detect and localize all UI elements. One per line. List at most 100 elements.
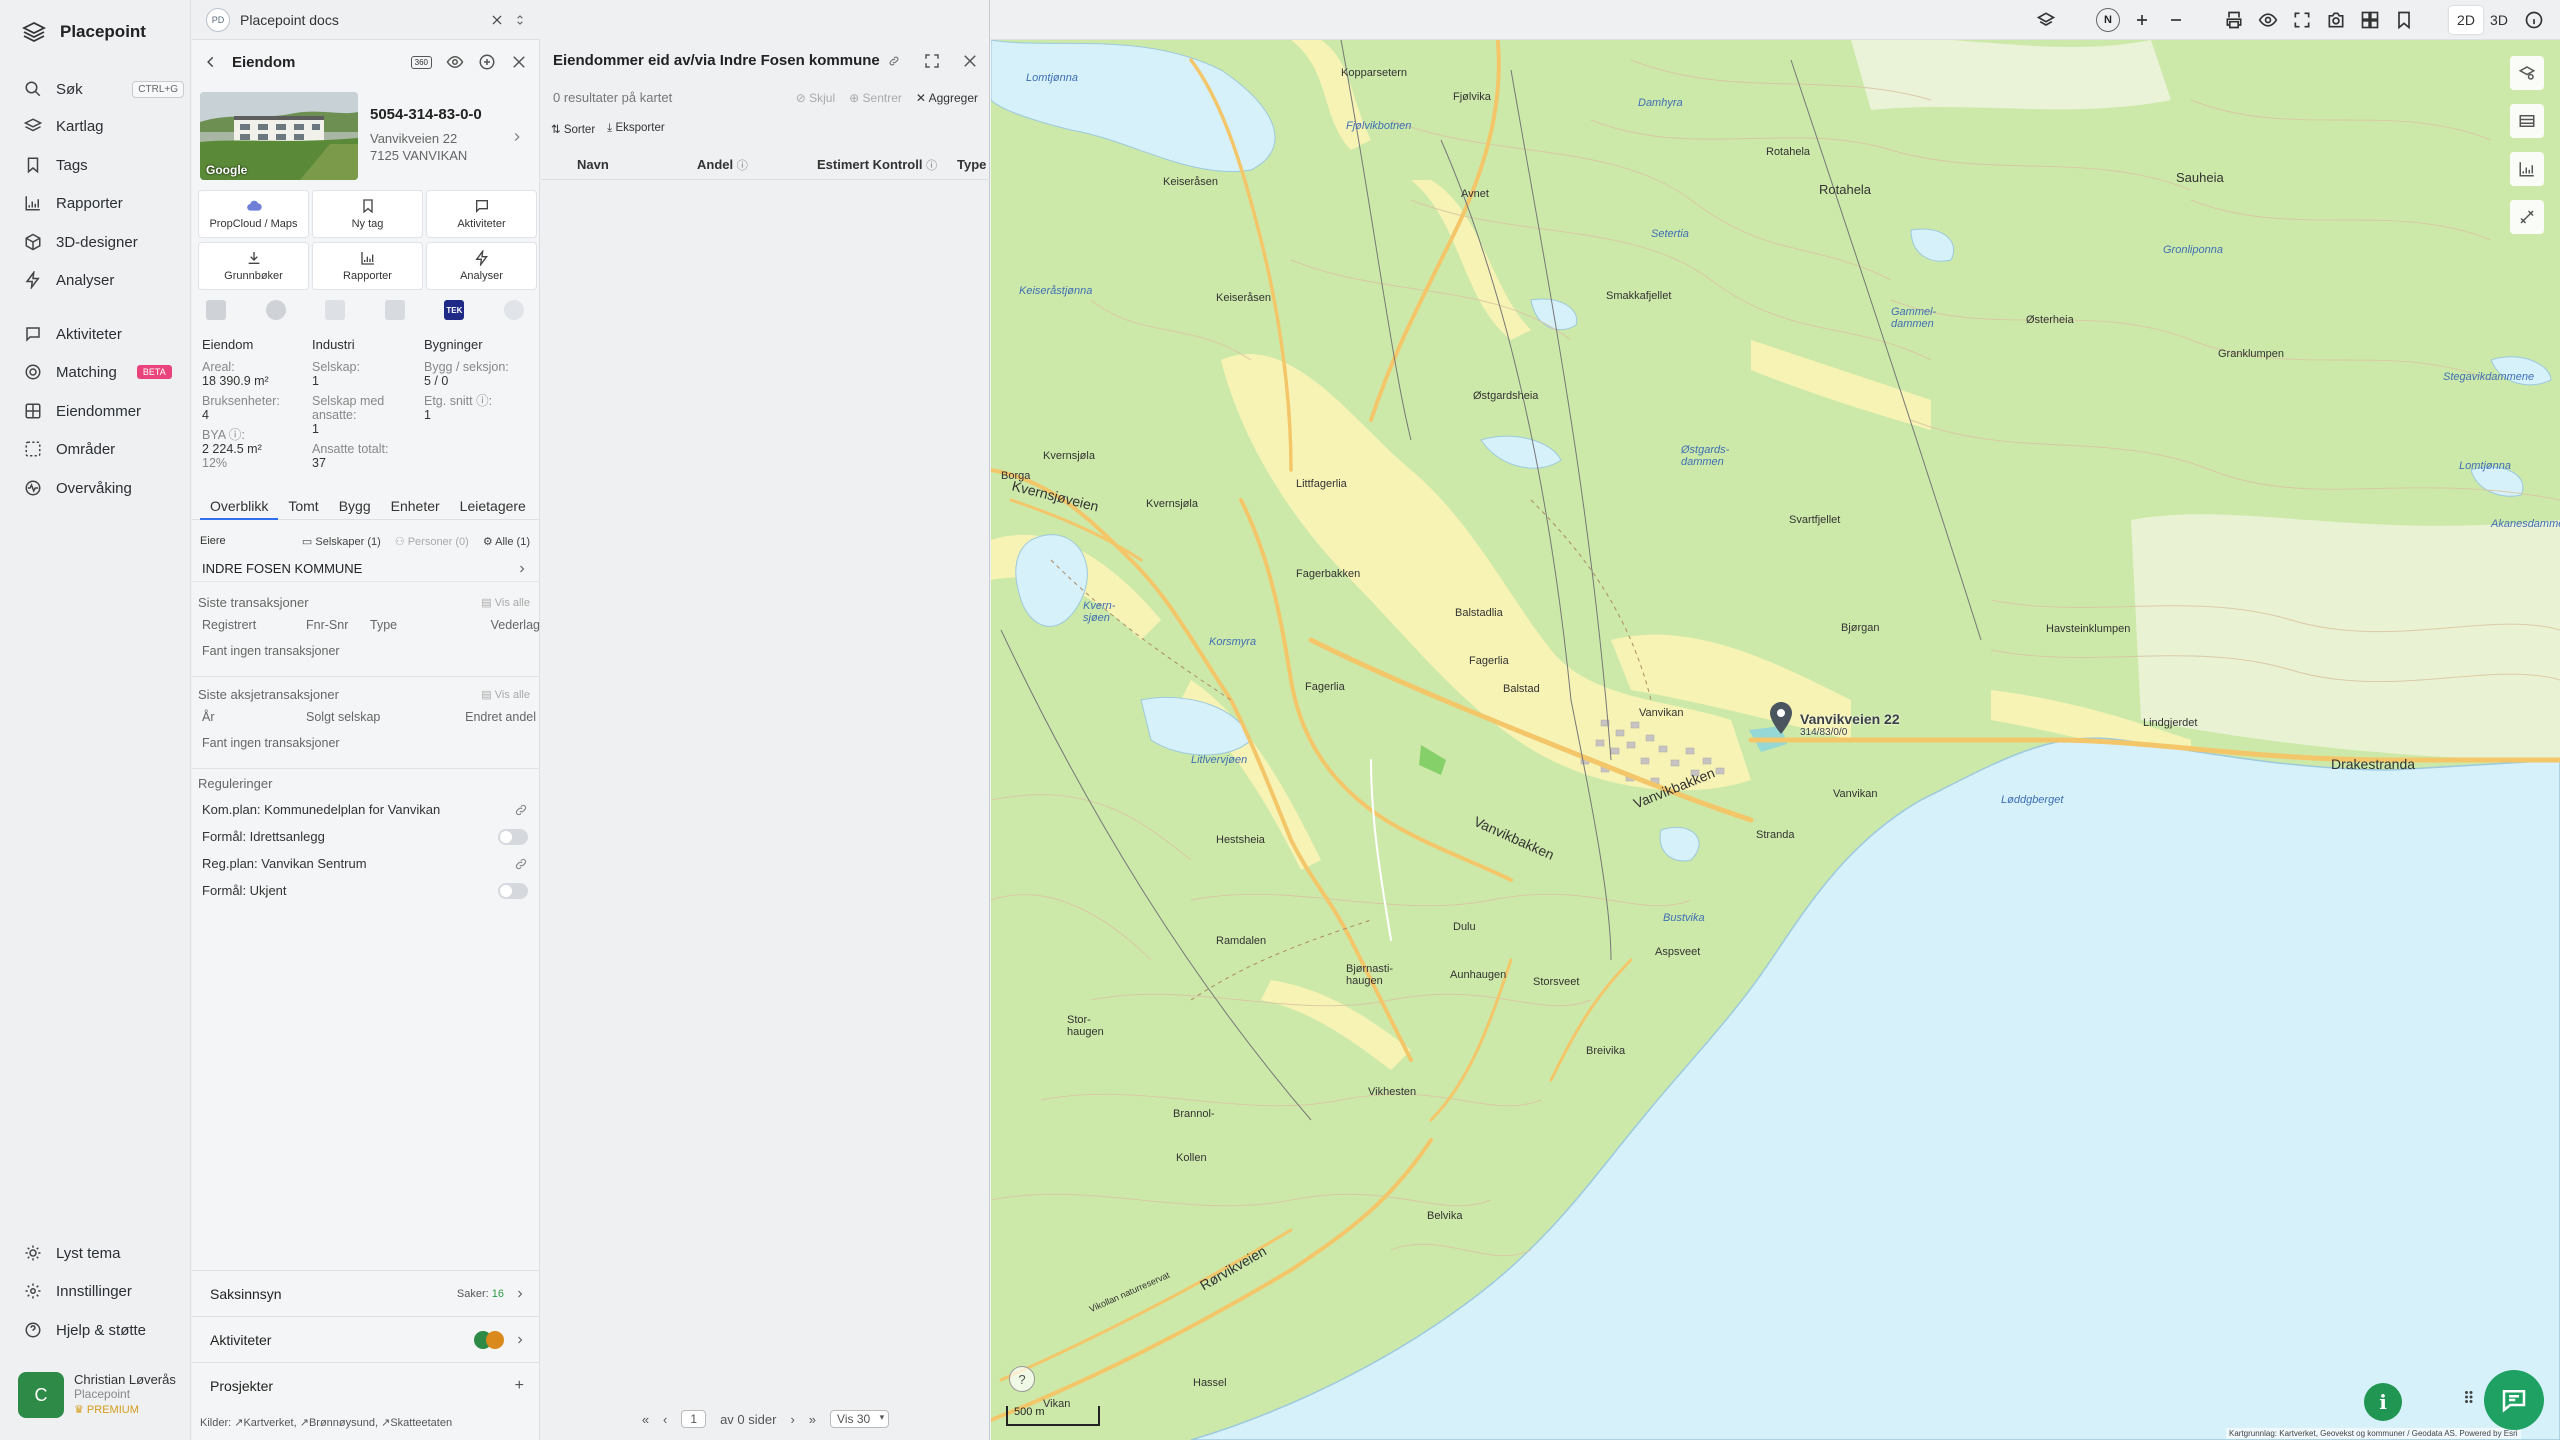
tab-tomt[interactable]: Tomt — [278, 498, 328, 520]
eye-icon[interactable] — [2258, 10, 2278, 30]
info-button[interactable]: i — [2364, 1383, 2402, 1421]
aktiviteter-row[interactable]: Aktiviteter — [192, 1316, 540, 1362]
source-link[interactable]: ↗Skatteetaten — [381, 1417, 452, 1429]
nav-item-aktiviteter[interactable]: Aktiviteter — [24, 321, 184, 347]
camera-icon[interactable] — [2326, 10, 2346, 30]
document-tab[interactable]: PD Placepoint docs — [192, 0, 540, 40]
table-tool-button[interactable] — [2510, 104, 2544, 138]
info-circle-icon[interactable] — [2524, 10, 2544, 30]
source-link[interactable]: ↗Kartverket, — [234, 1417, 296, 1429]
nav-item-hjelp[interactable]: Hjelp & støtte — [24, 1317, 184, 1343]
property-pin-icon[interactable] — [1770, 702, 1792, 734]
nav-item-kartlag[interactable]: Kartlag — [24, 113, 184, 139]
aggregate-button[interactable]: ✕ Aggreger — [916, 91, 978, 105]
regulation-item[interactable]: Formål: Ukjent — [192, 877, 540, 904]
nav-item-innstillinger[interactable]: Innstillinger — [24, 1278, 184, 1304]
nav-item-tags[interactable]: Tags — [24, 152, 184, 178]
next-page-icon[interactable]: › — [790, 1412, 794, 1427]
activities-button[interactable]: Aktiviteter — [426, 190, 537, 238]
hide-button[interactable]: ⊘ Skjul — [796, 91, 835, 105]
building-register-icon[interactable] — [206, 300, 226, 320]
tab-overblikk[interactable]: Overblikk — [200, 498, 279, 520]
tab-enheter[interactable]: Enheter — [381, 498, 450, 520]
close-icon[interactable] — [490, 13, 504, 27]
saksinnsyn-row[interactable]: Saksinnsyn Saker: 16 — [192, 1270, 540, 1316]
land-registry-button[interactable]: Grunnbøker — [198, 242, 309, 290]
grid-view-icon[interactable] — [2360, 10, 2380, 30]
col-estimert-kontroll[interactable]: Estimert Kontroll ⓘ — [817, 157, 937, 173]
prosjekter-row[interactable]: Prosjekter + — [192, 1362, 540, 1408]
reports-button[interactable]: Rapporter — [312, 242, 423, 290]
per-page-select[interactable]: Vis 30 ▾ — [830, 1410, 890, 1428]
share-transactions-view-all[interactable]: ▤ Vis alle — [481, 688, 530, 701]
regulation-toggle[interactable] — [498, 882, 528, 899]
chart-tool-button[interactable] — [2510, 152, 2544, 186]
filter-all[interactable]: ⚙ Alle (1) — [483, 535, 530, 548]
filter-companies[interactable]: ▭ Selskaper (1) — [302, 535, 381, 548]
360-view-button[interactable]: 360 — [410, 55, 432, 69]
add-project-button[interactable]: + — [515, 1377, 524, 1395]
nav-item-omrader[interactable]: Områder — [24, 436, 184, 462]
nav-item-overvaking[interactable]: Overvåking — [24, 475, 184, 501]
energy-icon[interactable] — [265, 300, 286, 320]
eye-icon[interactable] — [446, 53, 464, 71]
layer-tool-button[interactable] — [2510, 56, 2544, 90]
nav-item-lyst-tema[interactable]: Lyst tema — [24, 1240, 184, 1266]
col-navn[interactable]: Navn — [577, 157, 609, 172]
new-tag-button[interactable]: Ny tag — [312, 190, 423, 238]
tek-badge[interactable]: TEK — [444, 300, 465, 320]
home-icon[interactable] — [503, 300, 524, 320]
zoom-in-icon[interactable] — [2132, 10, 2152, 30]
regulation-item[interactable]: Reg.plan: Vanvikan Sentrum — [192, 850, 540, 877]
fullscreen-icon[interactable] — [2292, 10, 2312, 30]
regulation-item[interactable]: Kom.plan: Kommunedelplan for Vanvikan — [192, 796, 540, 823]
source-link[interactable]: ↗Brønnøysund, — [300, 1417, 378, 1429]
tab-leietagere[interactable]: Leietagere — [450, 498, 536, 520]
sort-button[interactable]: ⇅ Sorter — [551, 122, 595, 136]
owner-row[interactable]: INDRE FOSEN KOMMUNE — [192, 556, 540, 582]
nav-item-rapporter[interactable]: Rapporter — [24, 190, 184, 216]
app-brand[interactable]: Placepoint — [22, 20, 146, 44]
regulation-item[interactable]: Formål: Idrettsanlegg — [192, 823, 540, 850]
back-arrow-icon[interactable] — [204, 55, 218, 69]
property-card[interactable]: Google 5054-314-83-0-0 Vanvikveien 22 71… — [200, 92, 532, 180]
chevron-right-icon[interactable] — [512, 130, 522, 144]
grip-icon[interactable] — [2462, 1388, 2480, 1406]
bookmark-icon[interactable] — [2394, 10, 2414, 30]
property-photo[interactable]: Google — [200, 92, 358, 180]
zoom-out-icon[interactable] — [2166, 10, 2186, 30]
print-icon[interactable] — [2224, 10, 2244, 30]
bars-icon[interactable] — [384, 300, 405, 320]
analyses-button[interactable]: Analyser — [426, 242, 537, 290]
regulation-toggle[interactable] — [498, 828, 528, 845]
mode-3d-button[interactable]: 3D — [2482, 6, 2516, 34]
mode-2d-button[interactable]: 2D — [2449, 6, 2483, 34]
nav-item-analyser[interactable]: Analyser — [24, 267, 184, 293]
export-button[interactable]: ⤓ Eksporter — [607, 122, 665, 136]
expand-icon[interactable] — [923, 52, 941, 70]
close-panel-icon[interactable] — [510, 53, 528, 71]
link-icon[interactable] — [514, 857, 528, 871]
center-button[interactable]: ⊕ Sentrer — [849, 91, 902, 105]
help-icon[interactable]: ? — [1009, 1366, 1035, 1392]
col-andel[interactable]: Andel ⓘ — [697, 157, 748, 173]
nav-item-3d-designer[interactable]: 3D-designer — [24, 229, 184, 255]
chat-support-button[interactable] — [2484, 1370, 2544, 1430]
nav-item-matching[interactable]: Matching BETA — [24, 359, 184, 385]
close-icon[interactable] — [961, 52, 979, 70]
nav-item-eiendommer[interactable]: Eiendommer — [24, 398, 184, 424]
nav-item-sok[interactable]: Søk CTRL+G — [24, 76, 184, 102]
page-input[interactable]: 1 — [681, 1410, 707, 1428]
last-page-icon[interactable]: » — [809, 1412, 816, 1427]
layers-fill-icon[interactable] — [2036, 10, 2056, 30]
link-icon[interactable] — [514, 803, 528, 817]
prev-page-icon[interactable]: ‹ — [663, 1412, 667, 1427]
industry-icon[interactable] — [325, 300, 346, 320]
transactions-view-all[interactable]: ▤ Vis alle — [481, 596, 530, 609]
link-icon[interactable] — [888, 55, 900, 67]
propcloud-maps-button[interactable]: PropCloud / Maps — [198, 190, 309, 238]
tab-bygg[interactable]: Bygg — [329, 498, 381, 520]
user-profile[interactable]: C Christian Løverås Placepoint ♛ PREMIUM — [18, 1372, 176, 1418]
first-page-icon[interactable]: « — [642, 1412, 649, 1427]
compass-button[interactable]: N — [2096, 8, 2120, 32]
